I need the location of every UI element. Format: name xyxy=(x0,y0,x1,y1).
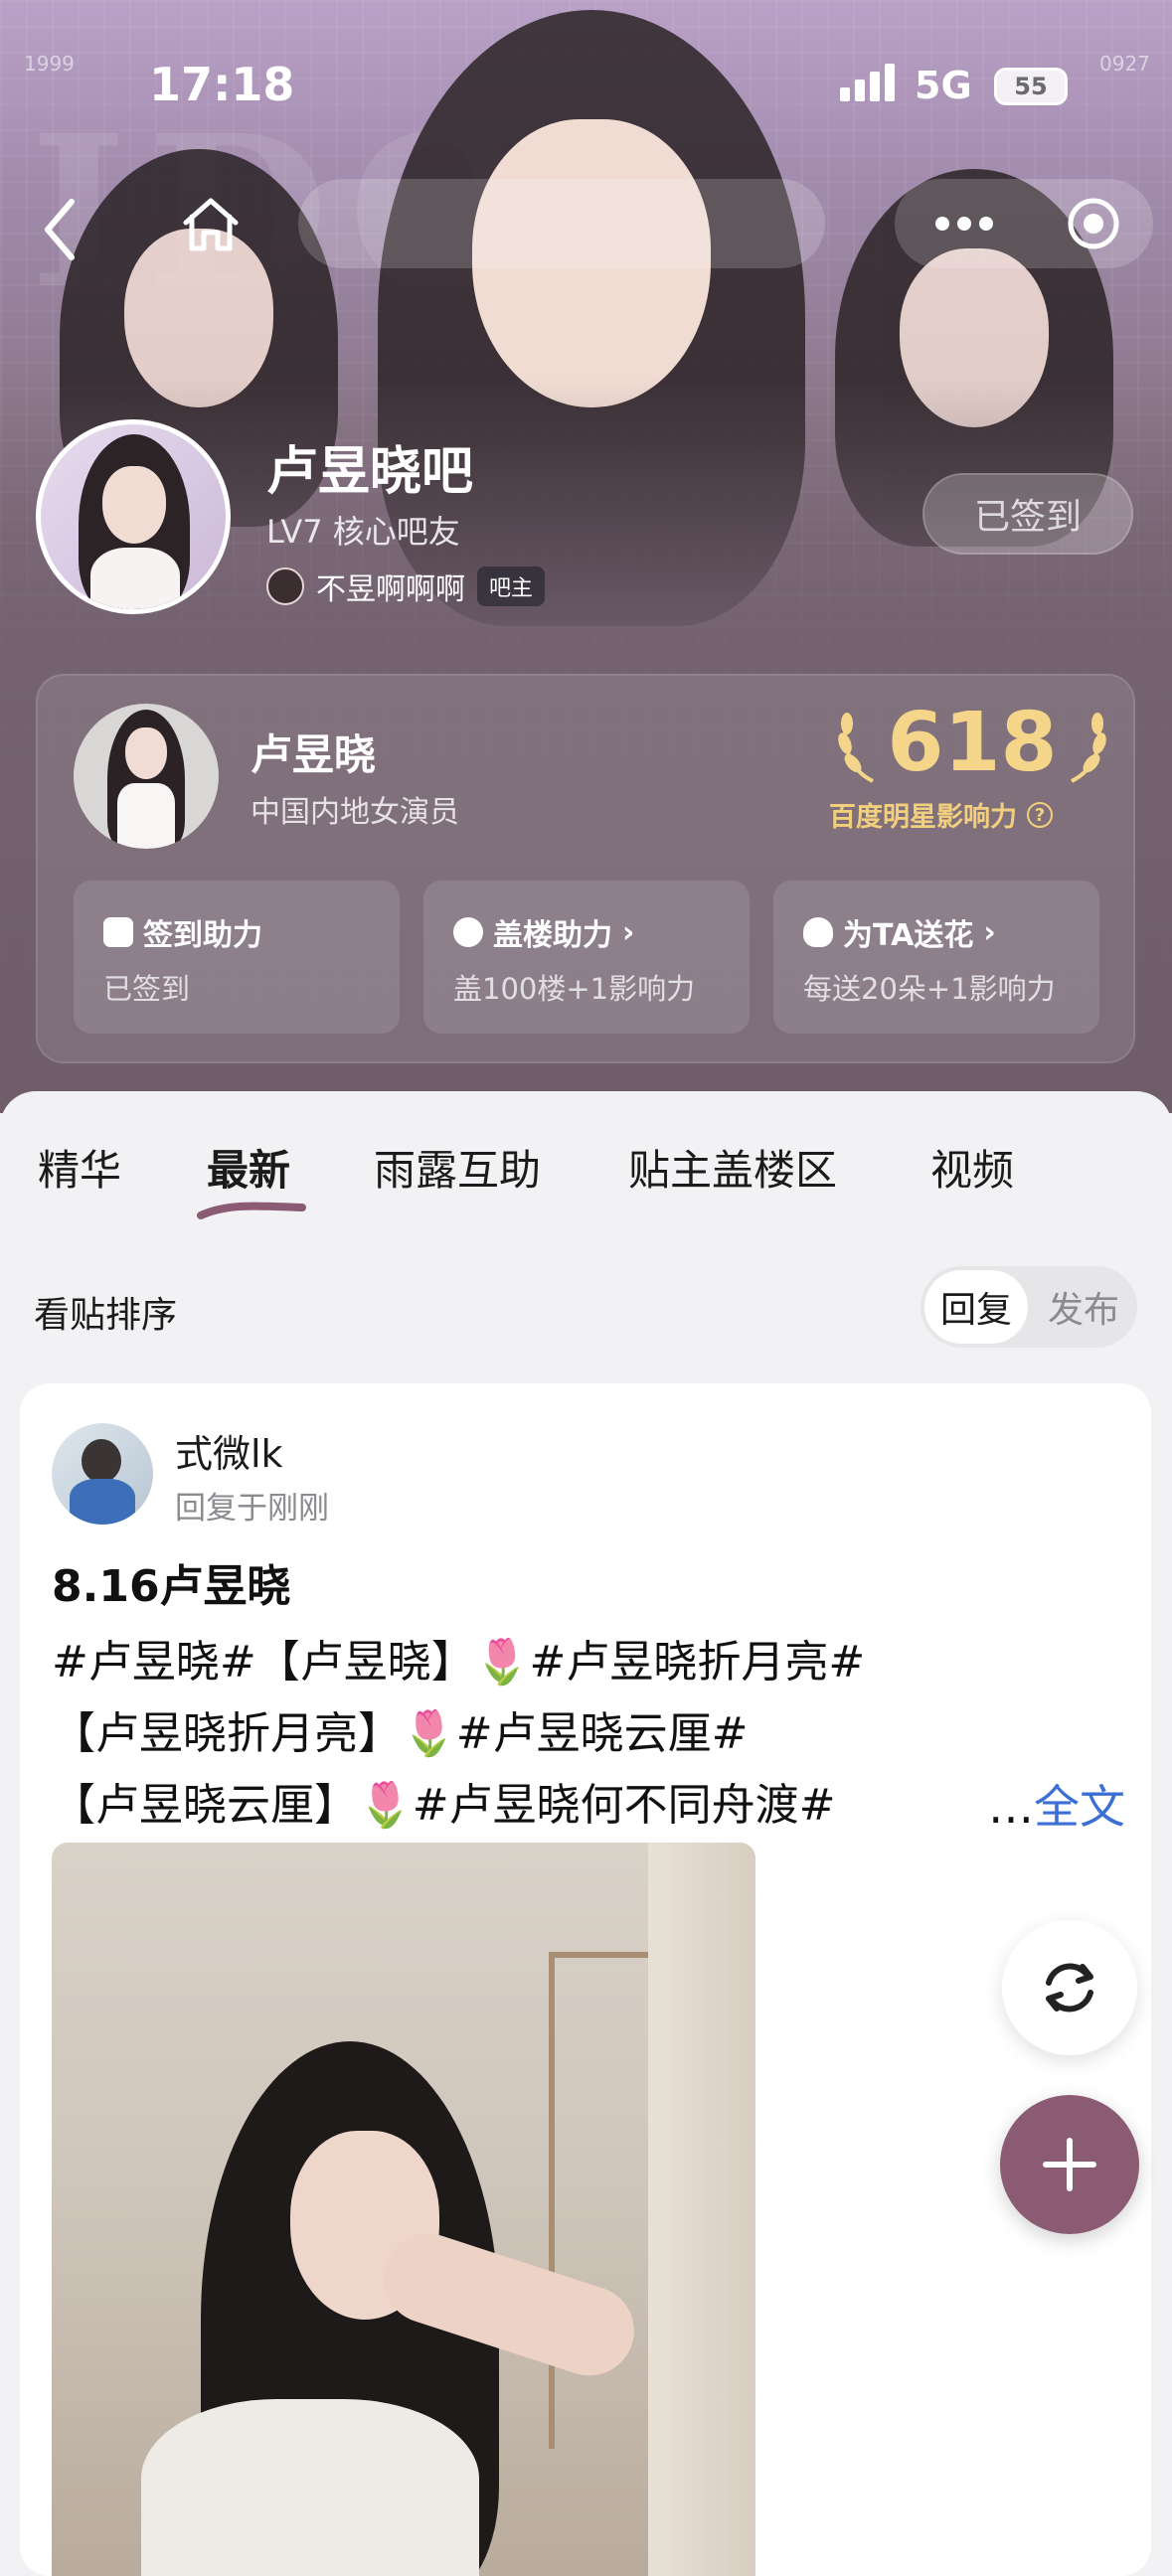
star-avatar[interactable] xyxy=(74,704,219,849)
tab-latest-label: 最新 xyxy=(207,1146,291,1195)
photo-dress xyxy=(141,2399,479,2576)
tab-bar: 精华 最新 雨露互助 贴主盖楼区 视频 xyxy=(0,1137,1172,1219)
forum-avatar-face xyxy=(102,466,166,544)
post-avatar-body xyxy=(70,1479,135,1525)
tab-mutual-help[interactable]: 雨露互助 xyxy=(374,1137,541,1198)
owner-badge: 吧主 xyxy=(477,566,546,606)
influence-label: 百度明星影响力 xyxy=(829,802,1017,833)
post-image[interactable] xyxy=(52,1843,755,2576)
plus-icon xyxy=(1043,2138,1096,2191)
chevron-right-icon: › xyxy=(983,914,996,950)
action-desc: 盖100楼+1影响力 xyxy=(453,972,696,1006)
star-name: 卢昱晓 xyxy=(251,730,377,779)
refresh-button[interactable] xyxy=(1002,1920,1137,2055)
battery-icon: 55 xyxy=(994,68,1068,105)
forum-owner[interactable]: 不昱啊啊啊 吧主 xyxy=(266,564,546,608)
tab-poster-floor[interactable]: 贴主盖楼区 xyxy=(628,1137,837,1198)
star-description: 中国内地女演员 xyxy=(251,795,459,830)
calendar-icon xyxy=(103,917,133,947)
chevron-left-icon xyxy=(45,199,75,260)
more-button[interactable] xyxy=(915,189,1014,258)
post-author-avatar[interactable] xyxy=(52,1423,153,1525)
more-dots-icon xyxy=(935,217,993,231)
star-card: 卢昱晓 中国内地女演员 618 百度明星影响力 ? 签到助力 已签到 盖楼助力 ›… xyxy=(36,674,1135,1063)
target-icon xyxy=(1068,198,1119,249)
tab-latest[interactable]: 最新 xyxy=(197,1137,306,1219)
post-text-line: #卢昱晓#【卢昱晓】🌷#卢昱晓折月亮# xyxy=(52,1637,866,1688)
search-bar[interactable] xyxy=(298,179,825,268)
sort-toggle: 回复 发布 xyxy=(921,1266,1137,1348)
forum-level: LV7 核心吧友 xyxy=(266,513,460,551)
read-more-label: 全文 xyxy=(1034,1780,1125,1834)
refresh-icon xyxy=(1046,1963,1093,2012)
forum-name: 卢昱晓吧 xyxy=(266,442,474,502)
reply-boost-card[interactable]: 盖楼助力 › 盖100楼+1影响力 xyxy=(423,881,750,1034)
back-button[interactable] xyxy=(30,195,89,264)
action-title: 盖楼助力 xyxy=(493,918,612,953)
sort-option-reply[interactable]: 回复 xyxy=(924,1270,1028,1344)
owner-name: 不昱啊啊啊 xyxy=(316,572,465,607)
help-icon: ? xyxy=(1027,801,1053,828)
checkin-boost-card[interactable]: 签到助力 已签到 xyxy=(74,881,400,1034)
signed-in-button[interactable]: 已签到 xyxy=(922,473,1133,555)
battery-level: 55 xyxy=(1014,73,1048,100)
post-author-name[interactable]: 式微lk xyxy=(175,1423,283,1478)
star-avatar-dress xyxy=(117,783,175,849)
tab-active-underline xyxy=(197,1202,306,1219)
post-card[interactable]: 式微lk 回复于刚刚 8.16卢昱晓 #卢昱晓#【卢昱晓】🌷#卢昱晓折月亮# 【… xyxy=(20,1383,1151,2576)
photo-curtain xyxy=(648,1843,755,2576)
post-timestamp: 回复于刚刚 xyxy=(175,1491,329,1527)
network-type: 5G xyxy=(915,64,972,107)
chat-bubble-icon xyxy=(453,917,483,947)
status-bar: 17:18 5G 55 xyxy=(0,50,1172,119)
laurel-right-icon xyxy=(1071,713,1106,783)
new-post-button[interactable] xyxy=(1000,2095,1139,2234)
post-title[interactable]: 8.16卢昱晓 xyxy=(52,1550,291,1614)
content-sheet: 精华 最新 雨露互助 贴主盖楼区 视频 看贴排序 回复 发布 式微lk 回复于刚… xyxy=(0,1091,1172,2576)
forum-avatar[interactable] xyxy=(36,419,231,614)
flower-boost-card[interactable]: 为TA送花 › 每送20朵+1影响力 xyxy=(773,881,1099,1034)
sort-label: 看贴排序 xyxy=(34,1295,178,1336)
action-title: 签到助力 xyxy=(143,918,262,953)
flower-icon xyxy=(803,917,833,947)
forum-avatar-dress xyxy=(90,548,180,609)
chevron-right-icon: › xyxy=(622,914,635,950)
owner-avatar xyxy=(266,567,304,605)
action-title: 为TA送花 xyxy=(843,918,974,953)
tab-video[interactable]: 视频 xyxy=(930,1137,1014,1198)
star-avatar-face xyxy=(125,727,167,779)
post-avatar-figure xyxy=(82,1439,121,1483)
home-icon xyxy=(183,198,239,251)
read-more-link[interactable]: …全文 xyxy=(988,1771,1125,1837)
influence-label-row[interactable]: 百度明星影响力 ? xyxy=(829,795,1053,834)
action-desc: 每送20朵+1影响力 xyxy=(803,972,1056,1006)
close-miniapp-button[interactable] xyxy=(1044,189,1143,258)
signal-icon xyxy=(840,64,900,101)
post-text-line: 【卢昱晓折月亮】🌷#卢昱晓云厘# xyxy=(52,1708,749,1759)
capsule-menu xyxy=(895,179,1153,268)
action-desc: 已签到 xyxy=(103,972,191,1006)
status-time: 17:18 xyxy=(149,58,295,111)
tab-featured[interactable]: 精华 xyxy=(38,1137,121,1198)
ellipsis: … xyxy=(988,1780,1034,1834)
home-button[interactable] xyxy=(171,185,251,264)
sort-option-publish[interactable]: 发布 xyxy=(1032,1270,1135,1344)
post-text-line: 【卢昱晓云厘】🌷#卢昱晓何不同舟渡# xyxy=(52,1780,836,1831)
